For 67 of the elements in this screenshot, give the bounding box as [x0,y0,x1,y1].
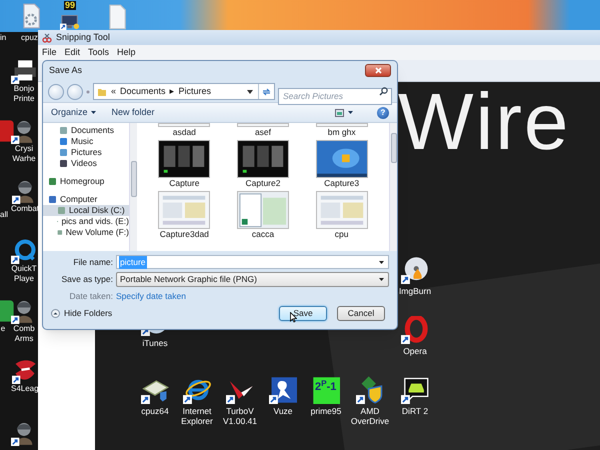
file-name[interactable]: bm ghx [328,127,356,138]
icon-label: TurboV V1.00.41 [222,406,258,426]
icon-label: Opera [402,346,428,356]
file-name[interactable]: asef [254,127,272,138]
icon-label: QuickT [11,264,37,274]
save-type-dropdown[interactable]: Portable Network Graphic file (PNG) [116,272,389,288]
icon-label: Internet Explorer [180,406,214,426]
dialog-title: Save As [49,64,82,78]
nav-item[interactable]: Music [43,136,129,148]
icon-label: DiRT 2 [400,406,430,416]
icon-label: in [0,33,6,43]
menu-item[interactable]: Help [117,46,136,60]
new-folder-button[interactable]: New folder [112,106,155,120]
file-name[interactable]: Capture2 [246,178,280,190]
menu-item[interactable]: Edit [64,46,80,60]
field-label: File name: [72,256,113,269]
nav-item[interactable]: Documents [43,125,129,136]
icon-label: Warhe [12,154,36,164]
file-name[interactable]: asdad [172,127,196,138]
organize-button[interactable]: Organize [51,106,96,120]
icon-label: AMD OverDrive [350,406,390,426]
file-name[interactable]: Capture3 [324,178,360,190]
breadcrumb-item[interactable]: Pictures [178,84,212,98]
icon-label: prime95 [310,406,342,416]
breadcrumb-item[interactable]: ▸ [170,84,175,98]
icon-label: S4Leag [11,384,39,394]
nav-item[interactable]: Videos [43,158,129,170]
nav-item[interactable]: Local Disk (C:) [43,205,129,216]
breadcrumb-item[interactable]: Documents [120,84,166,98]
window-title: Snipping Tool [56,30,110,44]
field-label: Save as type: [60,273,113,286]
icon-label: iTunes [141,338,169,348]
menu-item[interactable]: File [42,46,57,60]
file-name[interactable]: cacca [252,229,274,240]
icon-label: Vuze [272,406,294,416]
file-name[interactable]: Capture [169,178,200,190]
icon-label: Playe [14,274,34,284]
nav-item[interactable]: Pictures [43,147,129,158]
icon-label: Combat [11,204,40,214]
icon-caption: 2$^{P}$-1 [315,382,336,393]
date-taken-link[interactable]: Specify date taken [116,290,186,303]
dialog-button[interactable]: Cancel [337,306,385,321]
address-bar[interactable]: « Documents ▸ Pictures [93,83,275,100]
nav-item[interactable]: pics and vids. (E:) [43,216,129,228]
count-badge: 99 [64,1,76,10]
icon-label: Crysi [14,144,34,154]
menu-item[interactable]: Tools [88,46,110,60]
icon-label: Comb [13,324,35,334]
breadcrumb-item[interactable]: « [111,84,116,98]
icon-label: Arms [14,334,34,344]
file-name[interactable]: Capture3dad [160,229,209,240]
icon-label: ImgBurn [398,286,432,296]
hide-folders-button[interactable]: Hide Folders [51,307,112,320]
dialog-button[interactable]: Save [279,306,327,321]
icon-label: all [0,210,8,220]
icon-label: Bonjo [14,84,34,94]
nav-item[interactable]: Homegroup [43,176,129,188]
icon-label: e [0,324,6,334]
search-field[interactable]: Search Pictures [278,88,392,105]
field-label: Date taken: [68,290,113,303]
nav-item[interactable]: Computer [43,194,129,206]
file-name[interactable]: cpu [334,229,349,240]
headline-text: Wire [398,82,570,162]
icon-label: Printe [14,94,34,104]
icon-label: cpuz64 [140,406,170,416]
nav-item[interactable]: New Volume (F:) [43,227,129,238]
icon-label: cpuz [21,33,38,43]
